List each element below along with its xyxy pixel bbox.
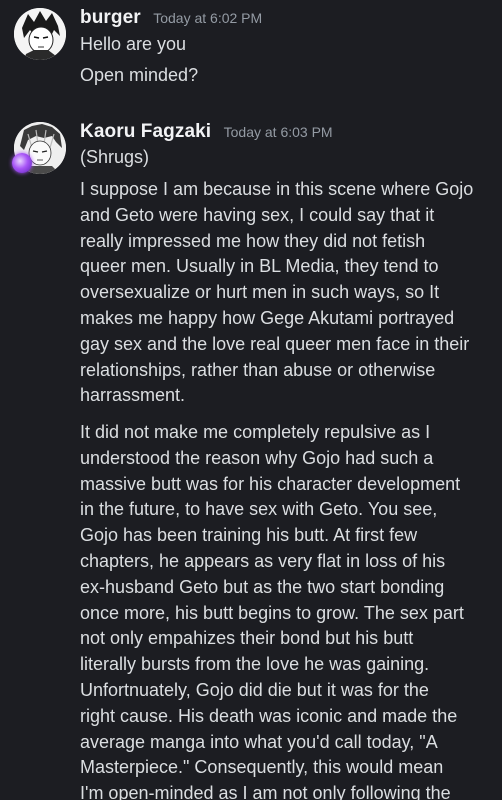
message-text: (Shrugs): [80, 147, 150, 167]
timestamp: Today at 6:03 PM: [223, 124, 333, 140]
message-header: burger Today at 6:02 PM: [80, 7, 262, 29]
manga-avatar-icon: [14, 8, 66, 60]
purple-orb-badge-icon: [12, 153, 32, 173]
message-text: I suppose I am because in this scene whe…: [80, 179, 474, 406]
user-avatar[interactable]: [14, 8, 66, 60]
message-text: It did not make me completely repulsive …: [80, 422, 464, 800]
username[interactable]: burger: [80, 7, 141, 28]
timestamp: Today at 6:02 PM: [153, 10, 263, 26]
username[interactable]: Kaoru Fagzaki: [80, 121, 211, 142]
message-text: Hello are you: [80, 34, 187, 54]
message-header: Kaoru Fagzaki Today at 6:03 PM: [80, 121, 333, 143]
message-text: Open minded?: [80, 65, 199, 85]
